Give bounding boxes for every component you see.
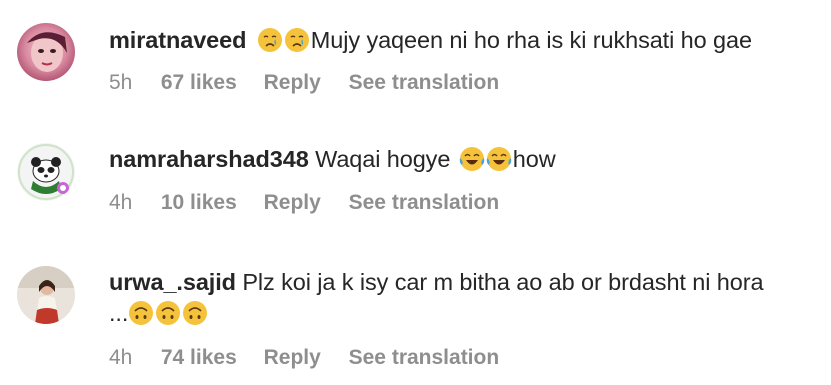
comment-text: Plz koi ja k isy car m bitha ao ab or br… xyxy=(242,269,764,295)
tears-of-joy-icon xyxy=(459,146,485,172)
comment-text: how xyxy=(512,146,556,172)
crying-face-icon xyxy=(284,27,310,53)
comment-meta: 4h 10 likes Reply See translation xyxy=(109,190,499,216)
avatar-image xyxy=(17,266,75,324)
comment-timestamp[interactable]: 5h xyxy=(109,70,155,96)
comment-username[interactable]: urwa_.sajid xyxy=(109,269,236,295)
comment-line: namraharshad348 Waqai hogye how xyxy=(109,144,556,174)
see-translation-button[interactable]: See translation xyxy=(349,190,500,216)
comment-text: Waqai hogye xyxy=(315,146,451,172)
comment-meta: 5h 67 likes Reply See translation xyxy=(109,70,499,96)
avatar[interactable] xyxy=(17,23,75,81)
upside-down-face-icon xyxy=(155,300,181,326)
crying-face-icon xyxy=(257,27,283,53)
comment-likes-count[interactable]: 74 likes xyxy=(161,345,237,371)
comment-likes-count[interactable]: 67 likes xyxy=(161,70,237,96)
comment-text: Mujy yaqeen ni ho rha is ki rukhsati ho … xyxy=(310,27,752,53)
comment-username[interactable]: namraharshad348 xyxy=(109,146,309,172)
comment-likes-count[interactable]: 10 likes xyxy=(161,190,237,216)
comment-text-prefix: ... xyxy=(109,300,129,326)
upside-down-face-icon xyxy=(128,300,154,326)
see-translation-button[interactable]: See translation xyxy=(349,70,500,96)
comment-meta: 4h 74 likes Reply See translation xyxy=(109,345,499,371)
comment-timestamp[interactable]: 4h xyxy=(109,345,155,371)
tears-of-joy-icon xyxy=(486,146,512,172)
see-translation-button[interactable]: See translation xyxy=(349,345,500,371)
avatar[interactable] xyxy=(17,143,75,201)
comment-username[interactable]: miratnaveed xyxy=(109,27,246,53)
reply-button[interactable]: Reply xyxy=(264,345,321,371)
comment-line: urwa_.sajid Plz koi ja k isy car m bitha… xyxy=(109,267,764,297)
avatar[interactable] xyxy=(17,266,75,324)
avatar-image xyxy=(17,23,75,81)
reply-button[interactable]: Reply xyxy=(264,190,321,216)
comment-timestamp[interactable]: 4h xyxy=(109,190,155,216)
comment-line: miratnaveed Mujy yaqeen ni ho rha is ki … xyxy=(109,25,752,55)
comment-line-continued: ... xyxy=(109,298,209,328)
reply-button[interactable]: Reply xyxy=(264,70,321,96)
upside-down-face-icon xyxy=(182,300,208,326)
avatar-image xyxy=(17,143,75,201)
